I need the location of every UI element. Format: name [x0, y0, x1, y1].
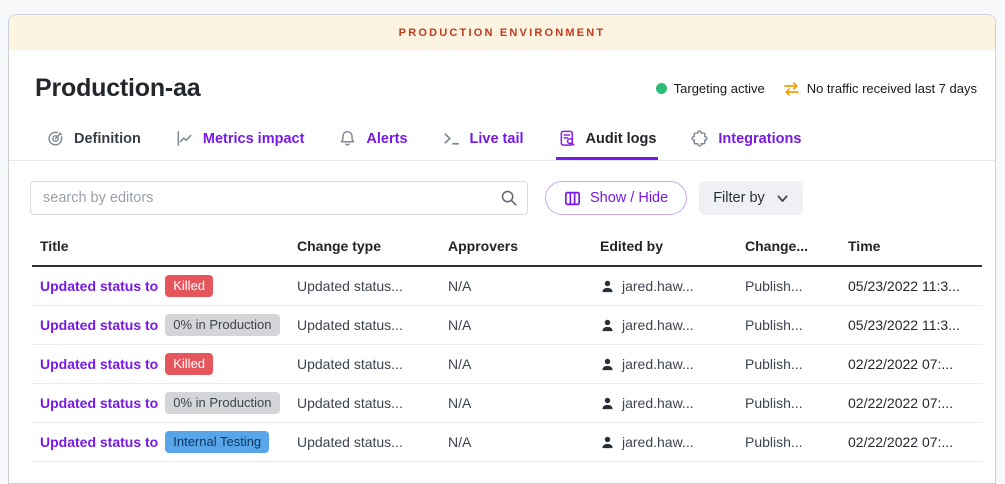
chevron-down-icon: [776, 192, 789, 205]
targeting-status: Targeting active: [656, 81, 765, 96]
status-indicators: Targeting active No traffic received las…: [656, 81, 977, 96]
row-edited-by: jared.haw...: [592, 345, 737, 384]
row-time: 02/22/2022 07:...: [840, 384, 982, 423]
column-header-edited-by: Edited by: [592, 230, 737, 266]
person-icon: [600, 396, 615, 411]
show-hide-label: Show / Hide: [590, 190, 668, 206]
column-header-change: Change...: [737, 230, 840, 266]
row-title-link[interactable]: Updated status to0% in Production: [32, 384, 289, 423]
table-row: Updated status toKilled Updated status..…: [32, 345, 982, 384]
row-edited-by: jared.haw...: [592, 384, 737, 423]
row-title-link[interactable]: Updated status toKilled: [32, 266, 289, 306]
line-chart-icon: [175, 129, 194, 148]
filter-by-label: Filter by: [713, 190, 765, 206]
page-header: Production-aa Targeting active No traffi…: [9, 50, 995, 103]
person-icon: [600, 318, 615, 333]
row-change-type: Updated status...: [289, 384, 440, 423]
tab-definition[interactable]: Definition: [44, 119, 143, 160]
row-approvers: N/A: [440, 266, 592, 306]
status-badge: Killed: [165, 353, 213, 375]
row-change: Publish...: [737, 345, 840, 384]
audit-log-toolbar: Show / Hide Filter by: [30, 181, 977, 215]
row-approvers: N/A: [440, 345, 592, 384]
targeting-status-label: Targeting active: [674, 81, 765, 96]
row-change: Publish...: [737, 423, 840, 462]
column-header-change-type: Change type: [289, 230, 440, 266]
tab-integrations[interactable]: Integrations: [688, 119, 803, 160]
row-time: 05/23/2022 11:3...: [840, 266, 982, 306]
row-approvers: N/A: [440, 423, 592, 462]
page-title: Production-aa: [35, 74, 200, 103]
status-badge: Killed: [165, 275, 213, 297]
row-approvers: N/A: [440, 384, 592, 423]
tab-bar: Definition Metrics impact Alerts Live ta…: [9, 119, 995, 161]
tab-label: Definition: [74, 131, 141, 147]
tab-audit-logs[interactable]: Audit logs: [556, 119, 659, 160]
column-header-time: Time: [840, 230, 982, 266]
row-title-link[interactable]: Updated status toKilled: [32, 345, 289, 384]
puzzle-icon: [690, 129, 709, 148]
row-change: Publish...: [737, 306, 840, 345]
person-icon: [600, 357, 615, 372]
target-icon: [46, 129, 65, 148]
row-time: 05/23/2022 11:3...: [840, 306, 982, 345]
bell-icon: [338, 129, 357, 148]
person-icon: [600, 279, 615, 294]
tab-label: Integrations: [718, 131, 801, 147]
row-change-type: Updated status...: [289, 306, 440, 345]
tab-label: Metrics impact: [203, 131, 305, 147]
table-row: Updated status to0% in Production Update…: [32, 384, 982, 423]
traffic-status-label: No traffic received last 7 days: [807, 81, 977, 96]
search-icon: [500, 189, 518, 207]
row-change: Publish...: [737, 384, 840, 423]
status-badge: 0% in Production: [165, 392, 279, 414]
green-dot-icon: [656, 83, 667, 94]
row-edited-by: jared.haw...: [592, 266, 737, 306]
row-change: Publish...: [737, 266, 840, 306]
tab-metrics-impact[interactable]: Metrics impact: [173, 119, 307, 160]
person-icon: [600, 435, 615, 450]
row-change-type: Updated status...: [289, 266, 440, 306]
traffic-status: No traffic received last 7 days: [783, 81, 977, 96]
tab-alerts[interactable]: Alerts: [336, 119, 409, 160]
terminal-icon: [442, 129, 461, 148]
status-badge: 0% in Production: [165, 314, 279, 336]
table-row: Updated status toKilled Updated status..…: [32, 266, 982, 306]
search-input[interactable]: [30, 181, 528, 215]
environment-card: PRODUCTION ENVIRONMENT Production-aa Tar…: [8, 14, 996, 484]
show-hide-button[interactable]: Show / Hide: [545, 181, 687, 215]
audit-log-table: Title Change type Approvers Edited by Ch…: [32, 230, 983, 462]
tab-label: Audit logs: [586, 131, 657, 147]
search-box: [30, 181, 528, 215]
table-row: Updated status to0% in Production Update…: [32, 306, 982, 345]
columns-icon: [564, 190, 581, 207]
banner-label: PRODUCTION ENVIRONMENT: [399, 27, 606, 39]
row-change-type: Updated status...: [289, 345, 440, 384]
column-header-approvers: Approvers: [440, 230, 592, 266]
column-header-title: Title: [32, 230, 289, 266]
transfer-arrows-icon: [783, 82, 800, 96]
audit-log-icon: [558, 129, 577, 148]
row-title-link[interactable]: Updated status toInternal Testing: [32, 423, 289, 462]
production-environment-banner: PRODUCTION ENVIRONMENT: [9, 15, 995, 50]
tab-label: Alerts: [366, 131, 407, 147]
row-approvers: N/A: [440, 306, 592, 345]
filter-by-button[interactable]: Filter by: [699, 181, 803, 215]
row-time: 02/22/2022 07:...: [840, 345, 982, 384]
tab-live-tail[interactable]: Live tail: [440, 119, 526, 160]
tab-label: Live tail: [470, 131, 524, 147]
row-edited-by: jared.haw...: [592, 423, 737, 462]
row-time: 02/22/2022 07:...: [840, 423, 982, 462]
status-badge: Internal Testing: [165, 431, 269, 453]
row-edited-by: jared.haw...: [592, 306, 737, 345]
table-header-row: Title Change type Approvers Edited by Ch…: [32, 230, 982, 266]
row-title-link[interactable]: Updated status to0% in Production: [32, 306, 289, 345]
table-row: Updated status toInternal Testing Update…: [32, 423, 982, 462]
row-change-type: Updated status...: [289, 423, 440, 462]
